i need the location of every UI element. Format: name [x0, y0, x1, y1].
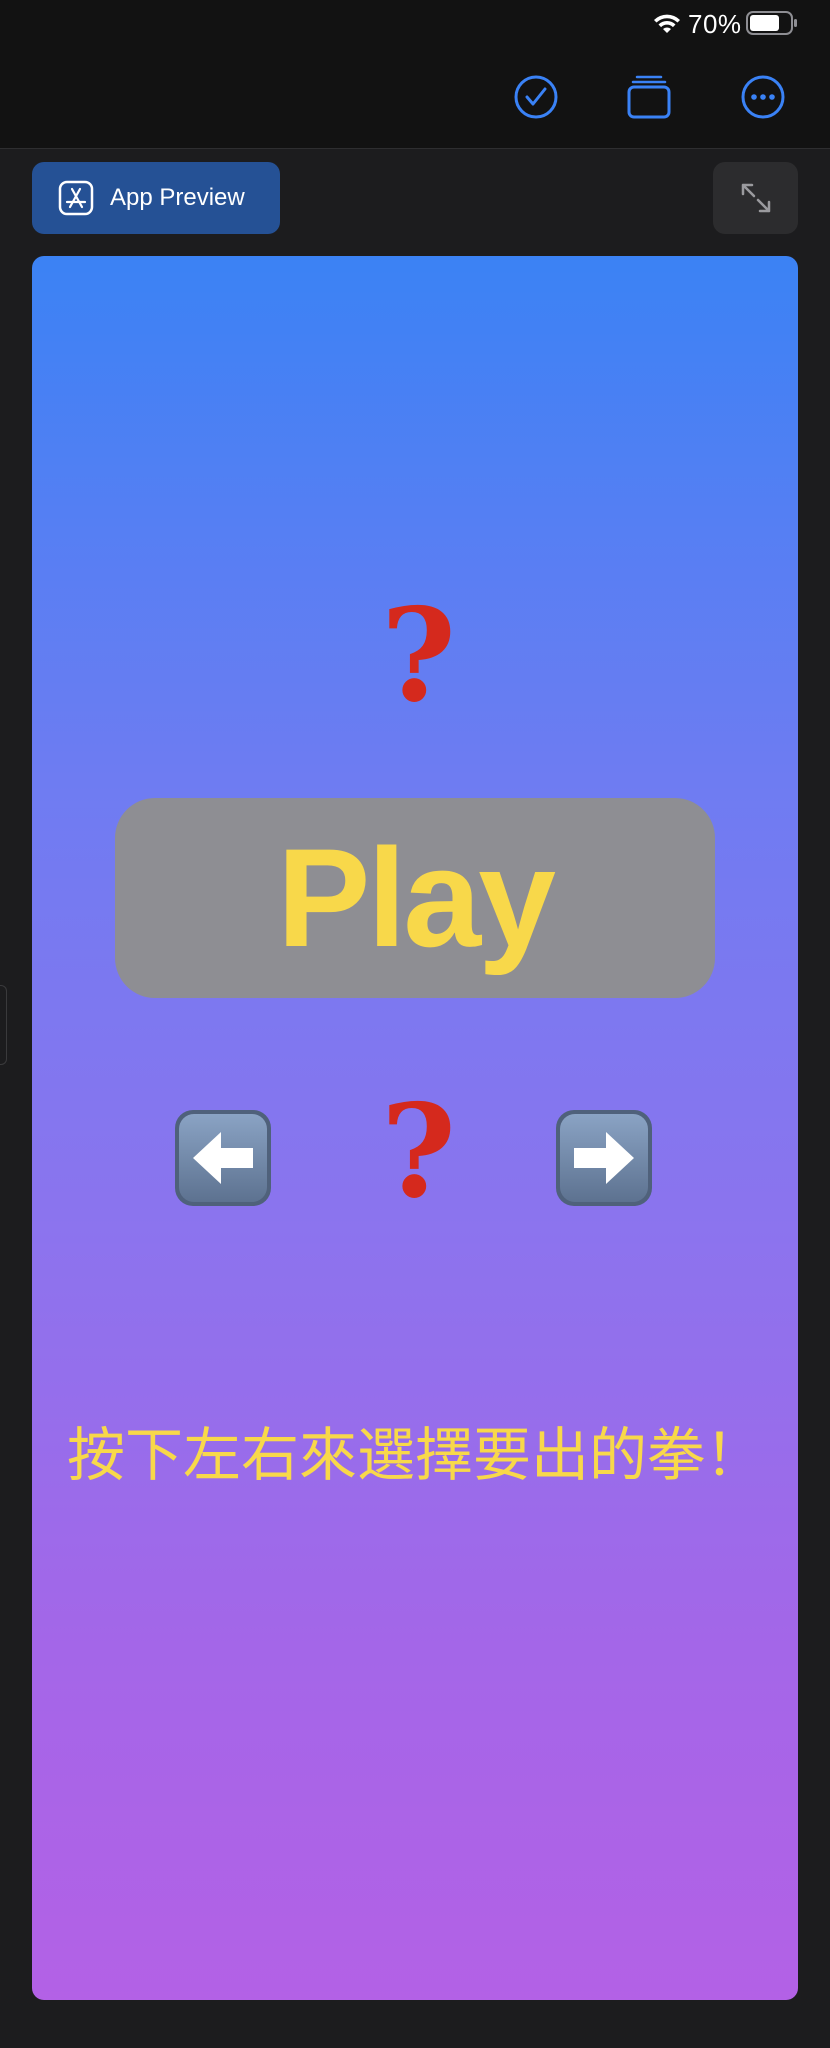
app-preview-canvas: ? Play ? 按下左右來選擇要出的拳！ [32, 256, 798, 2000]
instruction-text: 按下左右來選擇要出的拳！ [66, 1421, 763, 1489]
battery-percentage: 70% [688, 9, 742, 39]
sidebar-handle[interactable] [0, 985, 7, 1065]
right-arrow-button[interactable] [554, 1108, 654, 1208]
wifi-icon [654, 14, 680, 33]
status-bar: 70% [0, 0, 830, 46]
app-preview-button[interactable]: App Preview [32, 162, 280, 234]
expand-button[interactable] [713, 162, 798, 234]
play-button[interactable]: Play [115, 798, 715, 998]
expand-arrows-icon [741, 183, 771, 213]
player-choice: ? [381, 1077, 456, 1227]
app-store-icon [58, 180, 94, 216]
stack-icon[interactable] [626, 74, 672, 120]
opponent-choice: ? [381, 581, 456, 731]
left-arrow-button[interactable] [173, 1108, 273, 1208]
battery-icon [746, 11, 797, 35]
checkmark-circle-icon[interactable] [513, 74, 559, 120]
top-toolbar [0, 46, 830, 149]
app-preview-label: App Preview [110, 184, 245, 211]
more-options-icon[interactable] [740, 74, 786, 120]
